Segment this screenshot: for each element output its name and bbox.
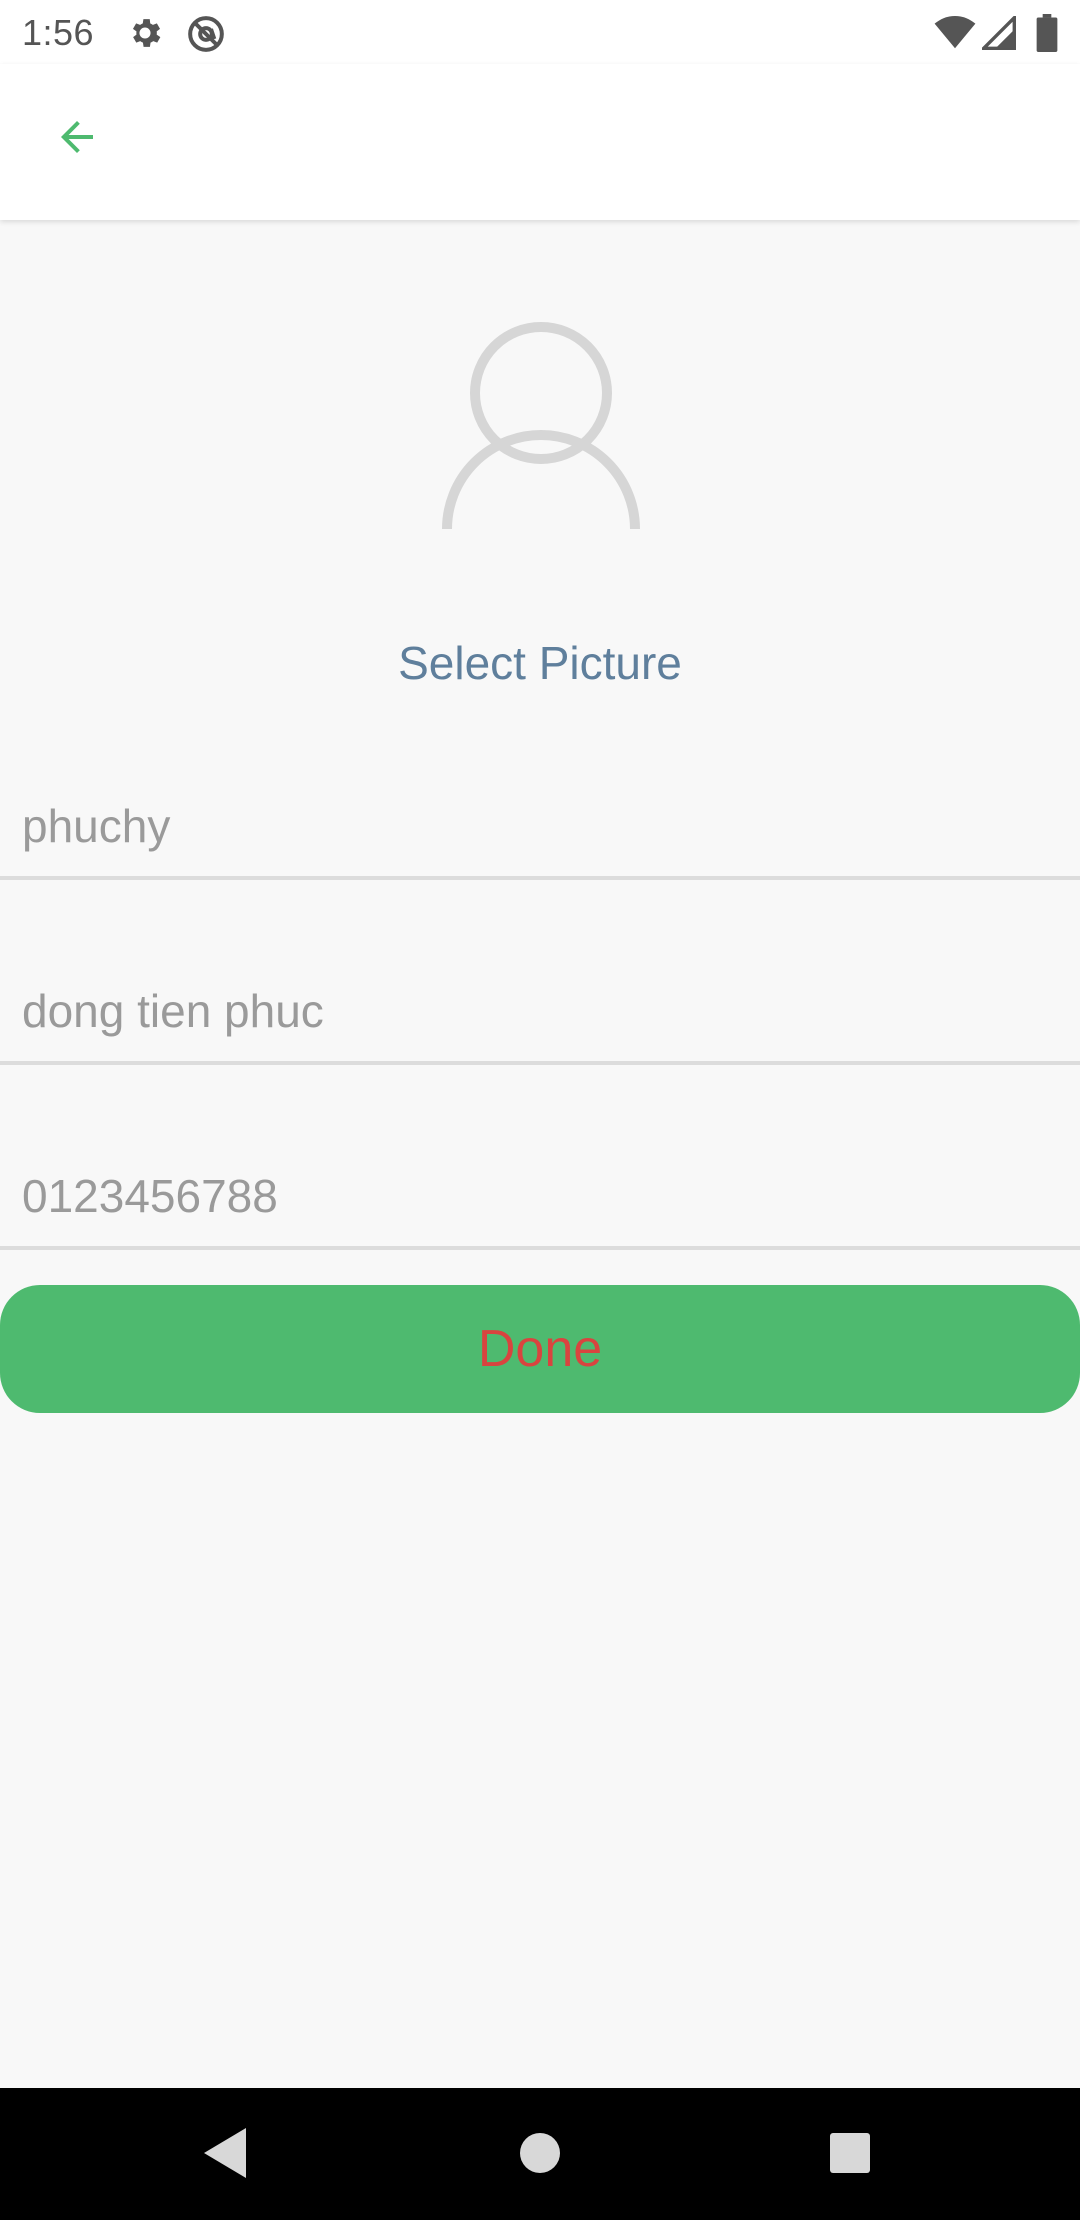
status-bar: 1:56 [0, 0, 1080, 64]
done-button[interactable]: Done [0, 1285, 1080, 1413]
navigation-bar [0, 2088, 1080, 2220]
home-circle-icon[interactable] [518, 2126, 562, 2185]
app-bar [0, 64, 1080, 220]
wifi-icon [934, 16, 976, 55]
username-field [0, 770, 1080, 880]
settings-gear-icon [126, 14, 164, 57]
username-input[interactable] [0, 770, 1080, 876]
back-triangle-icon[interactable] [200, 2126, 250, 2185]
full-name-field [0, 955, 1080, 1065]
status-time: 1:56 [22, 12, 95, 53]
recents-square-icon[interactable] [828, 2126, 872, 2185]
full-name-input[interactable] [0, 955, 1080, 1061]
battery-icon [1036, 14, 1058, 57]
phone-input[interactable] [0, 1140, 1080, 1246]
back-button[interactable] [34, 110, 120, 168]
phone-field [0, 1140, 1080, 1250]
arrow-left-icon [53, 113, 101, 166]
at-sign-icon [186, 14, 226, 59]
avatar[interactable] [430, 318, 650, 538]
person-outline-icon [430, 322, 650, 542]
select-picture-button[interactable]: Select Picture [0, 636, 1080, 700]
cell-signal-icon [979, 13, 1016, 55]
